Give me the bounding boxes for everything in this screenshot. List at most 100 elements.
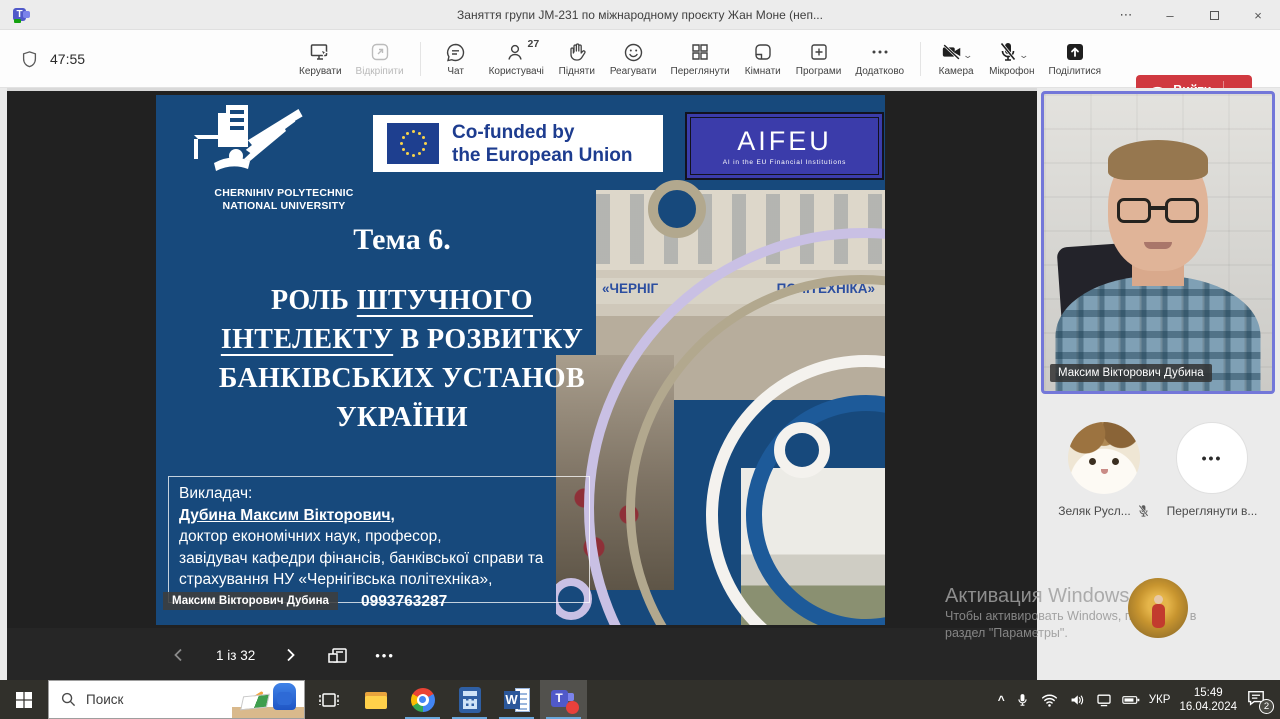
slide-topic: Тема 6. (156, 223, 648, 257)
window-minimize-button[interactable]: – (1148, 0, 1192, 30)
participant-name: Зеляк Русл... (1058, 504, 1130, 518)
tray-wifi-icon[interactable] (1041, 691, 1059, 709)
participant-tile[interactable]: Зеляк Русл... (1054, 422, 1154, 518)
aifeu-subtitle: AI in the EU Financial Institutions (723, 159, 846, 166)
apps-button[interactable]: Програми (789, 30, 849, 88)
aifeu-logo: AIFEU AI in the EU Financial Institution… (685, 112, 884, 180)
chrome-button[interactable] (399, 680, 446, 719)
next-slide-button[interactable] (281, 646, 301, 666)
teams-button[interactable]: T (540, 680, 587, 719)
tray-volume-icon[interactable] (1068, 691, 1086, 709)
chat-icon (445, 41, 467, 63)
chat-button[interactable]: Чат (430, 30, 482, 88)
participants-icon: 27 (505, 41, 527, 63)
system-tray: ^ УКР 15:49 16.04.2024 2 (998, 680, 1280, 719)
participants-button[interactable]: 27 Користувачі (482, 30, 551, 88)
meeting-toolbar: 47:55 Керувати Відкріпити Чат (0, 30, 1280, 88)
calculator-button[interactable] (446, 680, 493, 719)
tray-display-icon[interactable] (1095, 691, 1113, 709)
microphone-button[interactable]: ⌄ Мікрофон (982, 30, 1041, 88)
chrome-icon (411, 688, 435, 712)
presentation-stage: CHERNIHIV POLYTECHNIC NATIONAL UNIVERSIT… (7, 88, 1037, 680)
mic-muted-icon (1137, 504, 1150, 518)
camera-button[interactable]: ⌄ Камера (930, 30, 982, 88)
teams-meeting-window: T Заняття групи JM-231 по міжнародному п… (0, 0, 1280, 719)
word-icon: W (504, 687, 530, 713)
slide-navigation-bar: 1 із 32 ••• (7, 628, 1037, 683)
view-button[interactable]: Переглянути (664, 30, 737, 88)
calculator-icon (459, 687, 481, 713)
raise-hand-icon (566, 41, 588, 63)
window-title: Заняття групи JM-231 по міжнародному про… (0, 0, 1280, 30)
restore-icon (1210, 11, 1219, 20)
windows-logo-icon (16, 692, 32, 708)
window-more-button[interactable]: ⋯ (1104, 0, 1148, 30)
tray-battery-icon[interactable] (1122, 691, 1140, 709)
tray-clock[interactable]: 15:49 16.04.2024 (1179, 686, 1237, 714)
presentation-slide[interactable]: CHERNIHIV POLYTECHNIC NATIONAL UNIVERSIT… (156, 95, 885, 625)
slide-more-options-button[interactable]: ••• (375, 648, 395, 663)
search-icon (61, 692, 76, 707)
grid-view-icon (689, 41, 711, 63)
tray-mic-icon[interactable] (1014, 691, 1032, 709)
glasses (1117, 198, 1199, 224)
tray-expand-button[interactable]: ^ (998, 693, 1005, 707)
taskbar-search-input[interactable]: Поиск (48, 680, 305, 719)
smiley-icon (622, 41, 644, 63)
view-more-label: Переглянути в... (1167, 504, 1258, 518)
camera-chevron-icon[interactable]: ⌄ (962, 50, 973, 61)
aifeu-title: AIFEU (737, 126, 832, 157)
university-name-line2: NATIONAL UNIVERSITY (174, 200, 394, 213)
more-icon: ⋯ (1120, 7, 1133, 23)
raise-hand-button[interactable]: Підняти (551, 30, 603, 88)
window-restore-button[interactable] (1192, 0, 1236, 30)
rooms-button[interactable]: Кімнати (737, 30, 789, 88)
eu-cofunded-box: Co-funded by the European Union (373, 115, 663, 172)
window-close-button[interactable]: × (1236, 0, 1280, 30)
previous-slide-button[interactable] (170, 646, 190, 666)
start-button[interactable] (0, 680, 48, 719)
view-more-tile[interactable]: ••• Переглянути в... (1162, 422, 1262, 518)
presenter-video-tile[interactable]: Максим Вікторович Дубина (1041, 91, 1275, 394)
participant-avatar (1068, 422, 1140, 494)
file-explorer-button[interactable] (352, 680, 399, 719)
shield-icon (18, 48, 40, 70)
notification-dot (566, 701, 579, 714)
mic-off-icon (997, 41, 1019, 63)
lecturer-line2: доктор економічних наук, професор, (179, 526, 579, 548)
share-screen-icon (1064, 41, 1086, 63)
teams-icon: T (551, 687, 577, 713)
microphone-chevron-icon[interactable]: ⌄ (1018, 50, 1029, 61)
task-view-button[interactable] (305, 680, 352, 719)
participant-count: 27 (528, 38, 540, 50)
rooms-icon (752, 41, 774, 63)
eu-flag-icon (387, 123, 439, 164)
presenter-face (1108, 146, 1208, 271)
react-button[interactable]: Реагувати (603, 30, 664, 88)
unpin-button[interactable]: Відкріпити (349, 30, 411, 88)
thumbnails-button[interactable] (327, 646, 349, 666)
word-button[interactable]: W (493, 680, 540, 719)
slide-counter: 1 із 32 (216, 648, 255, 663)
popout-icon (369, 41, 391, 63)
university-name-line1: CHERNIHIV POLYTECHNIC (174, 187, 394, 200)
more-actions-button[interactable]: Додатково (848, 30, 911, 88)
slide-title: РОЛЬ ШТУЧНОГО ІНТЕЛЕКТУ В РОЗВИТКУ БАНКІ… (156, 281, 648, 437)
manage-icon (309, 41, 331, 63)
meeting-timer: 47:55 (50, 51, 85, 67)
action-center-button[interactable]: 2 (1246, 689, 1270, 711)
tray-language[interactable]: УКР (1149, 694, 1171, 706)
share-button[interactable]: Поділитися (1042, 30, 1109, 88)
university-logo: CHERNIHIV POLYTECHNIC NATIONAL UNIVERSIT… (174, 101, 394, 213)
lecturer-heading: Викладач: (179, 483, 579, 505)
participants-panel: Максим Вікторович Дубина Зеляк Русл... •… (1037, 88, 1280, 680)
window-titlebar: T Заняття групи JM-231 по міжнародному п… (0, 0, 1280, 30)
manage-button[interactable]: Керувати (292, 30, 349, 88)
participant-avatar-autumn[interactable] (1128, 578, 1188, 638)
minimize-icon: – (1166, 8, 1173, 23)
taskbar: Поиск W (0, 680, 1280, 719)
notification-count-badge: 2 (1259, 699, 1274, 714)
ellipsis-icon (869, 41, 891, 63)
eu-text-line1: Co-funded by (452, 121, 633, 144)
toolbar-divider (920, 42, 921, 76)
